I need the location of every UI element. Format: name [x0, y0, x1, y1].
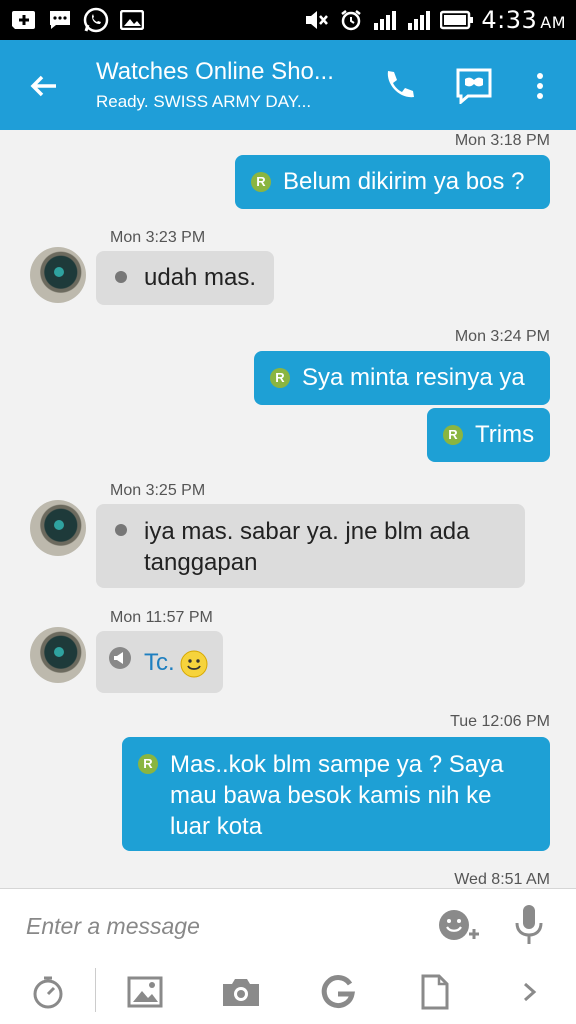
- app-bar: Watches Online Sho... Ready. SWISS ARMY …: [0, 40, 576, 130]
- conversation-status: Ready. SWISS ARMY DAY...: [96, 92, 312, 111]
- message-timestamp: Mon 3:25 PM: [110, 482, 206, 499]
- more-vert-icon: [537, 73, 543, 99]
- read-badge-icon: R: [138, 754, 158, 774]
- toolbar-divider: [95, 968, 96, 1012]
- outgoing-message[interactable]: R Trims: [427, 408, 550, 462]
- message-timestamp: Mon 3:18 PM: [454, 132, 550, 149]
- microphone-icon: [515, 905, 543, 944]
- message-timestamp: Tue 12:06 PM: [450, 713, 550, 730]
- alarm-icon: [337, 8, 365, 32]
- whatsapp-icon: [82, 7, 110, 33]
- stopwatch-icon: [33, 976, 63, 1009]
- incoming-message[interactable]: iya mas. sabar ya. jne blm ada tanggapan: [96, 504, 525, 588]
- camera-button[interactable]: [221, 972, 261, 1012]
- announcement-icon: [109, 647, 131, 669]
- mute-icon: [303, 8, 331, 32]
- voice-input-button[interactable]: [512, 903, 546, 947]
- message-timestamp: Mon 3:24 PM: [454, 328, 550, 345]
- signal-1-icon: [371, 8, 399, 32]
- incoming-message[interactable]: udah mas.: [96, 251, 274, 305]
- message-list[interactable]: Mon 3:18 PM R Belum dikirim ya bos ? Mon…: [0, 130, 576, 888]
- gallery-icon: [118, 8, 146, 32]
- composer: [0, 888, 576, 961]
- call-button[interactable]: [378, 66, 418, 106]
- attachment-toolbar: [0, 960, 576, 1024]
- add-message-icon: [10, 8, 38, 32]
- message-timestamp: Mon 11:57 PM: [110, 609, 213, 626]
- back-button[interactable]: [24, 66, 64, 106]
- google-button[interactable]: [318, 972, 358, 1012]
- incoming-message[interactable]: Tc.: [96, 631, 223, 693]
- image-icon: [127, 976, 163, 1008]
- more-options-button[interactable]: [528, 66, 552, 106]
- contact-avatar[interactable]: [30, 247, 86, 303]
- phone-icon: [387, 71, 414, 98]
- gallery-button[interactable]: [125, 972, 165, 1012]
- add-emoji-icon: [439, 910, 479, 940]
- outgoing-message[interactable]: R Belum dikirim ya bos ?: [235, 155, 550, 209]
- unread-dot-icon: [115, 524, 127, 536]
- arrow-left-icon: [30, 75, 56, 97]
- contact-avatar[interactable]: [30, 500, 86, 556]
- document-icon: [421, 974, 449, 1010]
- status-bar: 4:33 AM: [0, 0, 576, 40]
- message-input[interactable]: [24, 907, 408, 945]
- battery-icon: [439, 8, 475, 32]
- file-button[interactable]: [415, 972, 455, 1012]
- conversation-title[interactable]: Watches Online Sho...: [96, 58, 356, 86]
- video-call-button[interactable]: [454, 68, 494, 106]
- signal-2-icon: [405, 8, 433, 32]
- clock: 4:33 AM: [481, 6, 566, 34]
- emoji-button[interactable]: [436, 907, 482, 943]
- read-badge-icon: R: [270, 368, 290, 388]
- outgoing-message[interactable]: R Mas..kok blm sampe ya ? Saya mau bawa …: [122, 737, 550, 851]
- video-chat-icon: [456, 68, 492, 106]
- message-timestamp: Mon 3:23 PM: [110, 229, 206, 246]
- outgoing-message[interactable]: R Sya minta resinya ya: [254, 351, 550, 405]
- expand-toolbar-button[interactable]: [510, 972, 550, 1012]
- message-timestamp: Wed 8:51 AM: [454, 871, 550, 888]
- unread-dot-icon: [115, 271, 127, 283]
- timer-button[interactable]: [28, 972, 68, 1012]
- read-badge-icon: R: [443, 425, 463, 445]
- chevron-right-icon: [524, 982, 537, 1002]
- contact-avatar[interactable]: [30, 627, 86, 683]
- read-badge-icon: R: [251, 172, 271, 192]
- camera-icon: [223, 979, 259, 1006]
- smiley-emoji-icon: [180, 650, 208, 678]
- sms-icon: [46, 8, 74, 32]
- google-icon: [321, 975, 355, 1009]
